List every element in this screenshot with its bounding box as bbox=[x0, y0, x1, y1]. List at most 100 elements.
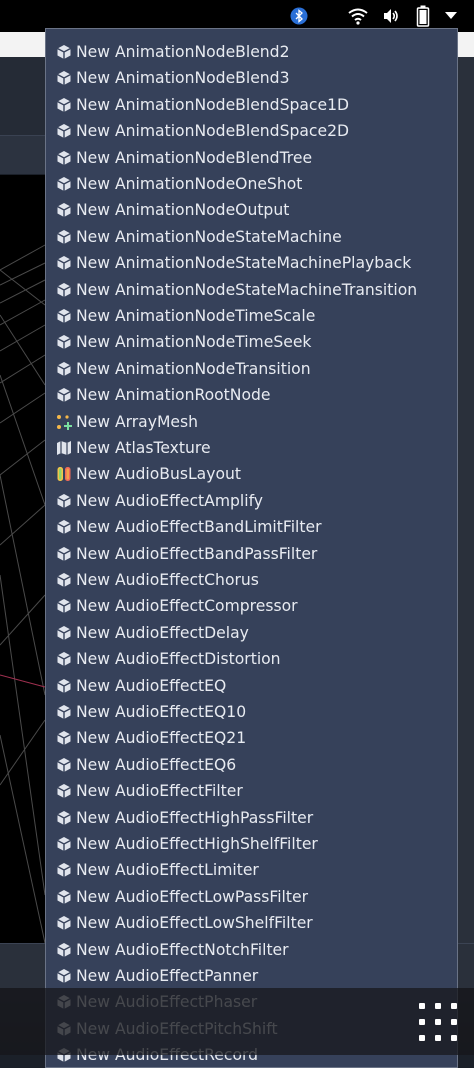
menu-item-label: New AnimationNodeBlendTree bbox=[76, 148, 313, 167]
menu-item-label: New AudioEffectEQ21 bbox=[76, 729, 247, 748]
menu-item[interactable]: New AnimationNodeBlendSpace1D bbox=[55, 92, 455, 118]
cube-icon bbox=[55, 782, 73, 800]
menu-item[interactable]: New AudioEffectAmplify bbox=[55, 488, 455, 514]
array-mesh-icon bbox=[55, 413, 73, 431]
menu-item[interactable]: New ArrayMesh bbox=[55, 409, 455, 435]
menu-item-label: New AudioEffectChorus bbox=[76, 571, 259, 589]
menu-item[interactable]: New AudioEffectPitchShift bbox=[55, 1016, 455, 1042]
bluetooth-icon[interactable] bbox=[290, 7, 308, 25]
menu-item[interactable]: New AudioEffectFilter bbox=[55, 778, 455, 804]
cube-icon bbox=[55, 756, 73, 774]
menu-item-label: New AnimationNodeStateMachinePlayback bbox=[76, 254, 412, 273]
cube-icon bbox=[55, 624, 73, 642]
cube-icon bbox=[55, 967, 73, 985]
menu-item[interactable]: New AudioEffectHighPassFilter bbox=[55, 805, 455, 831]
cube-icon bbox=[55, 228, 73, 246]
cube-icon bbox=[55, 307, 73, 325]
menu-item-label: New AtlasTexture bbox=[76, 439, 211, 457]
cube-icon bbox=[55, 43, 73, 61]
menu-item-label: New AudioEffectLimiter bbox=[76, 861, 259, 880]
menu-item-label: New AnimationNodeTimeScale bbox=[76, 307, 316, 325]
menu-item-label: New AnimationNodeBlend3 bbox=[76, 69, 290, 88]
cube-icon bbox=[55, 122, 73, 140]
menu-item[interactable]: New AnimationNodeStateMachineTransition bbox=[55, 277, 455, 303]
cube-icon bbox=[55, 703, 73, 721]
cube-icon bbox=[55, 677, 73, 695]
menu-item[interactable]: New AnimationNodeBlendSpace2D bbox=[55, 118, 455, 144]
menu-item[interactable]: New AudioEffectPhaser bbox=[55, 989, 455, 1015]
menu-item-label: New AudioEffectLowShelfFilter bbox=[76, 914, 313, 933]
cube-icon bbox=[55, 941, 73, 959]
cube-icon bbox=[55, 650, 73, 668]
menu-item[interactable]: New AudioEffectCompressor bbox=[55, 593, 455, 619]
cube-icon bbox=[55, 861, 73, 879]
audio-bus-layout-icon bbox=[55, 465, 73, 483]
menu-item-label: New AudioEffectDelay bbox=[76, 623, 249, 642]
menu-item[interactable]: New AudioEffectLimiter bbox=[55, 857, 455, 883]
cube-icon bbox=[55, 360, 73, 378]
menu-item-label: New AudioEffectRecord bbox=[76, 1046, 259, 1065]
cube-icon bbox=[55, 835, 73, 853]
atlas-texture-icon bbox=[55, 439, 73, 457]
cube-icon bbox=[55, 149, 73, 167]
menu-item[interactable]: New AnimationNodeStateMachine bbox=[55, 224, 455, 250]
menu-item[interactable]: New AnimationNodeOutput bbox=[55, 197, 455, 223]
wifi-icon[interactable] bbox=[347, 7, 369, 25]
inspector-panel-edge bbox=[458, 57, 474, 997]
menu-item-label: New AudioEffectEQ bbox=[76, 676, 227, 695]
menu-item-label: New AudioBusLayout bbox=[76, 465, 242, 484]
menu-item[interactable]: New AudioEffectEQ6 bbox=[55, 752, 455, 778]
menu-item-label: New AudioEffectAmplify bbox=[76, 491, 264, 510]
cube-icon bbox=[55, 96, 73, 114]
cube-icon bbox=[55, 993, 73, 1011]
menu-item[interactable]: New AudioEffectDelay bbox=[55, 620, 455, 646]
menu-item[interactable]: New AudioEffectBandLimitFilter bbox=[55, 514, 455, 540]
menu-item-label: New AnimationNodeOneShot bbox=[76, 175, 303, 193]
menu-item[interactable]: New AudioEffectEQ bbox=[55, 673, 455, 699]
battery-icon[interactable] bbox=[416, 5, 430, 27]
menu-item-label: New AudioEffectEQ10 bbox=[76, 703, 247, 721]
menu-item-label: New AnimationRootNode bbox=[76, 386, 271, 405]
menu-item[interactable]: New AudioEffectNotchFilter bbox=[55, 937, 455, 963]
cube-icon bbox=[55, 571, 73, 589]
menu-item[interactable]: New AudioEffectEQ10 bbox=[55, 699, 455, 725]
menu-item[interactable]: New AnimationNodeBlendTree bbox=[55, 145, 455, 171]
cube-icon bbox=[55, 518, 73, 536]
menu-item[interactable]: New AnimationNodeTransition bbox=[55, 356, 455, 382]
menu-item[interactable]: New AudioEffectPanner bbox=[55, 963, 455, 989]
menu-item[interactable]: New AudioEffectBandPassFilter bbox=[55, 541, 455, 567]
menu-item[interactable]: New AnimationRootNode bbox=[55, 382, 455, 408]
menu-item[interactable]: New AnimationNodeTimeSeek bbox=[55, 329, 455, 355]
cube-icon bbox=[55, 729, 73, 747]
menu-item[interactable]: New AudioEffectEQ21 bbox=[55, 725, 455, 751]
menu-item[interactable]: New AnimationNodeTimeScale bbox=[55, 303, 455, 329]
menu-item-label: New AudioEffectNotchFilter bbox=[76, 940, 289, 959]
menu-item[interactable]: New AnimationNodeStateMachinePlayback bbox=[55, 250, 455, 276]
cube-icon bbox=[55, 201, 73, 219]
menu-item-label: New ArrayMesh bbox=[76, 412, 199, 431]
resource-type-menu[interactable]: New AnimationNodeBlend2 New AnimationNode… bbox=[45, 28, 458, 1068]
menu-item[interactable]: New AudioEffectRecord bbox=[55, 1042, 455, 1067]
menu-item-label: New AnimationNodeStateMachine bbox=[76, 227, 342, 246]
menu-item-label: New AudioEffectFilter bbox=[76, 782, 243, 801]
cube-icon bbox=[55, 69, 73, 87]
app-grid-icon[interactable] bbox=[419, 1003, 457, 1041]
menu-item[interactable]: New AnimationNodeBlend2 bbox=[55, 39, 455, 65]
menu-item[interactable]: New AudioEffectChorus bbox=[55, 567, 455, 593]
menu-item[interactable]: New AtlasTexture bbox=[55, 435, 455, 461]
volume-icon[interactable] bbox=[382, 7, 400, 25]
menu-item[interactable]: New AnimationNodeBlend3 bbox=[55, 65, 455, 91]
menu-item[interactable]: New AudioBusLayout bbox=[55, 461, 455, 487]
menu-item-label: New AnimationNodeOutput bbox=[76, 201, 290, 220]
menu-item-label: New AudioEffectPhaser bbox=[76, 993, 258, 1012]
menu-item-label: New AnimationNodeBlendSpace1D bbox=[76, 95, 350, 114]
menu-item[interactable]: New AudioEffectDistortion bbox=[55, 646, 455, 672]
menu-item[interactable]: New AudioEffectLowShelfFilter bbox=[55, 910, 455, 936]
dropdown-arrow-icon[interactable] bbox=[445, 12, 457, 20]
menu-item[interactable]: New AnimationNodeOneShot bbox=[55, 171, 455, 197]
menu-item-label: New AnimationNodeTransition bbox=[76, 359, 311, 378]
cube-icon bbox=[55, 597, 73, 615]
menu-item[interactable]: New AudioEffectHighShelfFilter bbox=[55, 831, 455, 857]
menu-item-label: New AudioEffectBandLimitFilter bbox=[76, 518, 322, 537]
menu-item[interactable]: New AudioEffectLowPassFilter bbox=[55, 884, 455, 910]
